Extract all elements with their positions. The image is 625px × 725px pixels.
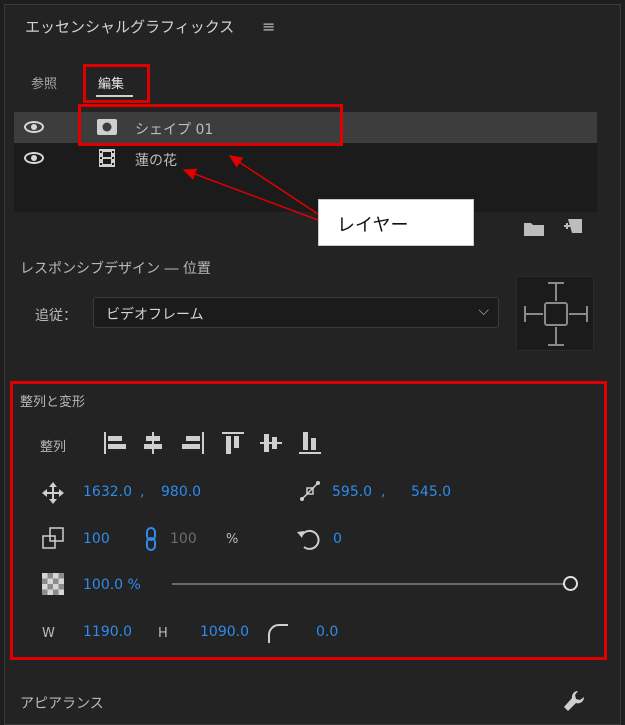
callout-box: レイヤー bbox=[318, 199, 474, 246]
layer-row-video[interactable]: 蓮の花 bbox=[14, 143, 597, 174]
film-icon bbox=[99, 149, 115, 167]
new-layer-icon[interactable] bbox=[564, 219, 582, 236]
callout-text: レイヤー bbox=[337, 215, 409, 236]
pin-diagram-icon bbox=[524, 282, 588, 346]
visibility-eye-icon[interactable] bbox=[24, 152, 44, 164]
follow-dropdown[interactable]: ビデオフレーム ⌵ bbox=[93, 297, 499, 328]
layer-name: 蓮の花 bbox=[135, 153, 177, 169]
layer-highlight bbox=[78, 104, 343, 146]
tab-browse[interactable]: 参照 bbox=[31, 73, 57, 92]
align-transform-highlight bbox=[10, 381, 607, 660]
responsive-design-title: レスポンシブデザイン ― 位置 bbox=[20, 261, 211, 277]
wrench-icon[interactable] bbox=[563, 690, 585, 712]
edit-tab-highlight bbox=[83, 64, 150, 103]
visibility-eye-icon[interactable] bbox=[24, 121, 44, 133]
panel-title: エッセンシャルグラフィックス bbox=[25, 18, 235, 36]
follow-dropdown-value: ビデオフレーム bbox=[106, 307, 204, 323]
pin-widget[interactable] bbox=[516, 276, 594, 351]
chevron-down-icon: ⌵ bbox=[478, 303, 489, 319]
follow-label: 追従： bbox=[35, 308, 77, 324]
panel-menu-icon[interactable]: ≡ bbox=[262, 17, 275, 36]
appearance-title: アピアランス bbox=[20, 696, 104, 712]
new-group-folder-icon[interactable] bbox=[524, 222, 544, 236]
